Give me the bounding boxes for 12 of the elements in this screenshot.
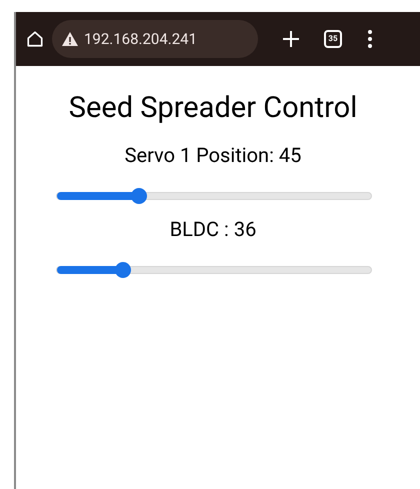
address-bar[interactable]: 192.168.204.241: [52, 20, 258, 58]
slider-thumb[interactable]: [130, 188, 147, 204]
warning-icon: [62, 32, 78, 46]
url-text: 192.168.204.241: [84, 28, 198, 50]
plus-icon[interactable]: [282, 30, 300, 48]
slider-label: Servo 1 Position: 45: [124, 142, 302, 170]
page-title: Seed Spreader Control: [68, 90, 358, 126]
slider-thumb[interactable]: [114, 262, 131, 278]
home-icon[interactable]: [26, 30, 44, 48]
slider-label: BLDC : 36: [170, 216, 256, 244]
tab-count-button[interactable]: 35: [324, 30, 342, 48]
menu-icon[interactable]: [368, 30, 372, 48]
